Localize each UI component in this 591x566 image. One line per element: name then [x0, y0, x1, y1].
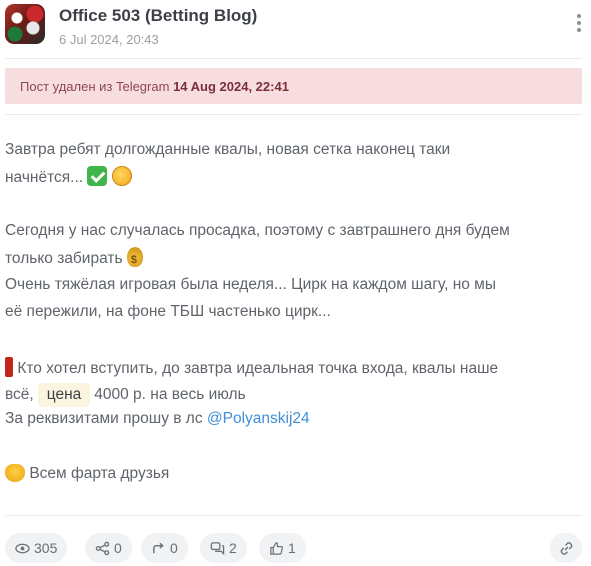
copy-link-button[interactable] — [550, 533, 582, 563]
comments-counter[interactable]: 2 — [200, 533, 247, 563]
post-text-line: Очень тяжёлая игровая была неделя... Цир… — [5, 276, 496, 293]
money-bag-emoji-icon — [126, 247, 143, 270]
channel-avatar[interactable] — [5, 4, 45, 44]
price-tag: цена — [37, 383, 91, 407]
header-divider — [5, 58, 582, 59]
check-mark-emoji-icon — [87, 166, 108, 186]
post-text-line: Всем фарта друзья — [5, 464, 169, 484]
post-text-line: её пережили, на фоне ТБШ частенько цирк.… — [5, 303, 331, 320]
channel-name[interactable]: Office 503 (Betting Blog) — [59, 6, 257, 26]
thumbs-up-icon — [270, 541, 283, 555]
link-icon — [560, 541, 572, 555]
yellow-heart-emoji-icon — [5, 464, 25, 482]
shares-count: 0 — [114, 540, 122, 556]
deleted-notice-text: Пост удален из Telegram 14 Aug 2024, 22:… — [20, 79, 289, 94]
red-exclamation-emoji-icon — [5, 357, 13, 377]
post-header: Office 503 (Betting Blog) 6 Jul 2024, 20… — [0, 0, 591, 56]
forwards-count: 0 — [170, 540, 178, 556]
comments-count: 2 — [229, 540, 237, 556]
more-options-icon[interactable] — [568, 10, 590, 38]
post-text-line: всё, цена 4000 р. на весь июль — [5, 383, 246, 407]
eye-icon — [15, 543, 30, 553]
user-mention-link[interactable]: @Polyanskij24 — [207, 410, 310, 427]
share-icon — [95, 541, 110, 555]
post-text-line: только забирать — [5, 247, 143, 270]
post-text-line: начнётся... — [5, 166, 132, 188]
views-count: 305 — [34, 540, 58, 556]
shares-counter[interactable]: 0 — [85, 533, 132, 563]
forwards-counter[interactable]: 0 — [141, 533, 188, 563]
post-text-line: Кто хотел вступить, до завтра идеальная … — [5, 357, 498, 379]
deleted-notice-prefix: Пост удален из Telegram — [20, 79, 170, 94]
post-date: 6 Jul 2024, 20:43 — [59, 32, 159, 47]
reactions-counter[interactable]: 1 — [259, 533, 306, 563]
reactions-count: 1 — [288, 540, 296, 556]
views-counter[interactable]: 305 — [5, 533, 68, 563]
banner-divider — [5, 114, 582, 115]
deleted-notice: Пост удален из Telegram 14 Aug 2024, 22:… — [5, 68, 582, 104]
post-text-line: Завтра ребят долгожданные квалы, новая с… — [5, 141, 451, 158]
forward-arrow-icon — [153, 542, 164, 553]
face-emoji-icon — [111, 166, 132, 186]
footer-divider — [5, 515, 582, 516]
post-text-line: Сегодня у нас случалась просадка, поэтом… — [5, 222, 510, 239]
post-text-line: За реквизитами прошу в лс @Polyanskij24 — [5, 410, 310, 427]
deleted-notice-date: 14 Aug 2024, 22:41 — [173, 79, 289, 94]
comments-icon — [210, 541, 225, 555]
